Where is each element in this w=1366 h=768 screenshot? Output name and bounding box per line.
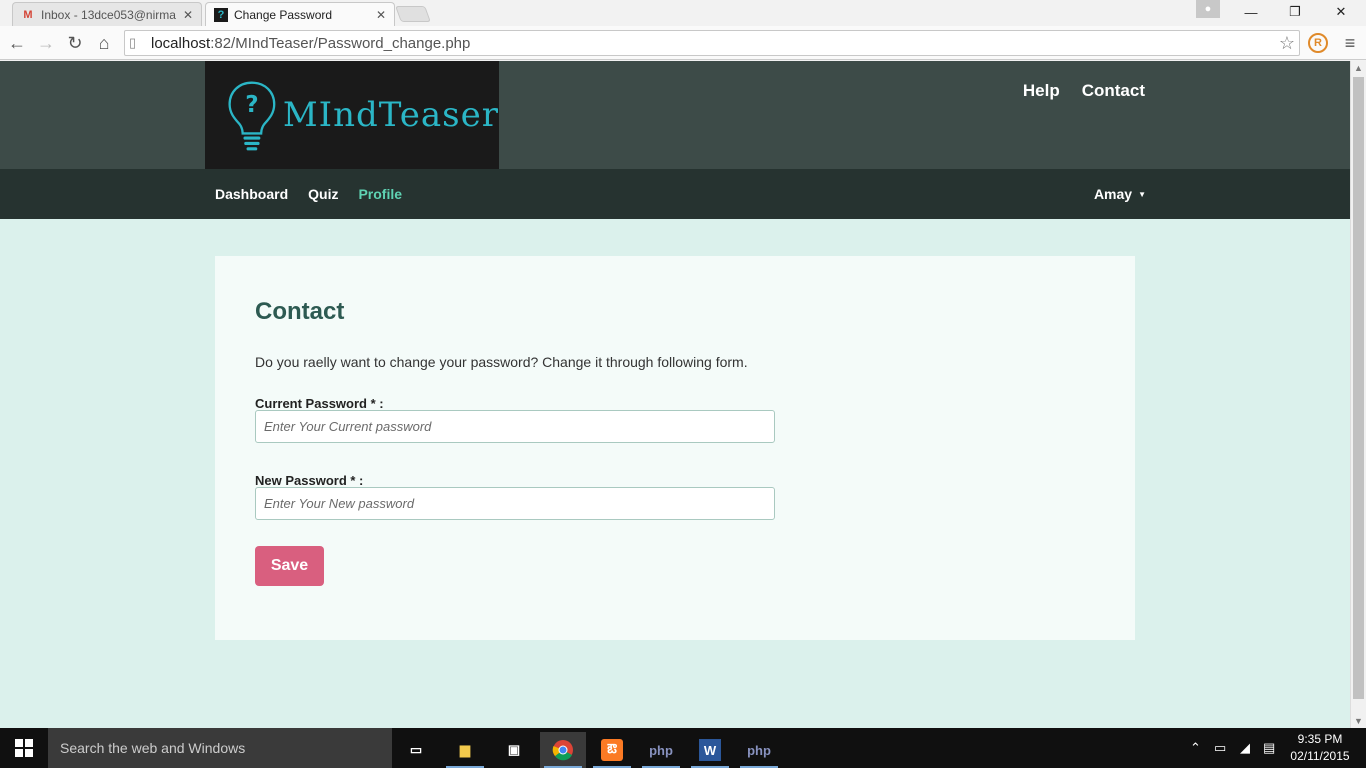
windows-taskbar: Search the web and Windows ▭ ▆ ▣ ఔ php W… [0, 728, 1366, 768]
current-password-input[interactable] [255, 410, 775, 443]
bookmark-star-icon[interactable]: ☆ [1279, 33, 1295, 54]
notifications-icon[interactable]: ▤ [1263, 728, 1275, 768]
chrome-logo-icon [552, 740, 573, 761]
contact-link[interactable]: Contact [1082, 81, 1145, 101]
home-icon[interactable]: ⌂ [92, 31, 116, 55]
tab-inbox[interactable]: M Inbox - 13dce053@nirma ✕ [12, 2, 202, 26]
nav-dashboard[interactable]: Dashboard [215, 186, 288, 202]
windows-start-button[interactable] [0, 728, 48, 768]
xampp-icon[interactable]: ఔ [589, 732, 635, 768]
minimize-button[interactable]: — [1228, 0, 1274, 24]
extension-icon[interactable]: R [1308, 33, 1328, 53]
password-change-card: Contact Do you raelly want to change you… [215, 256, 1135, 640]
word-icon[interactable]: W [687, 732, 733, 768]
svg-text:?: ? [245, 92, 258, 118]
browser-toolbar: ← → ↻ ⌂ ▯ localhost :82/MIndTeaser/Passw… [0, 26, 1366, 60]
tab-change-password[interactable]: ? Change Password ✕ [205, 2, 395, 26]
nav-quiz[interactable]: Quiz [308, 186, 338, 202]
page-viewport: ? MIndTeaser Help Contact Dashboard Quiz… [0, 61, 1350, 728]
site-header: ? MIndTeaser Help Contact [0, 61, 1350, 169]
current-password-label: Current Password * : [255, 396, 384, 411]
page-scrollbar[interactable]: ▲ ▼ [1350, 61, 1366, 728]
clock-date: 02/11/2015 [1290, 749, 1350, 763]
new-tab-button[interactable] [395, 6, 431, 22]
site-favicon-icon: ? [214, 7, 228, 22]
site-logo[interactable]: ? MIndTeaser [205, 61, 499, 169]
new-password-input[interactable] [255, 487, 775, 520]
taskbar-clock[interactable]: 9:35 PM 02/11/2015 [1282, 731, 1358, 765]
user-profile-icon[interactable]: ● [1196, 0, 1220, 18]
main-nav: Dashboard Quiz Profile Amay ▼ [0, 169, 1350, 219]
close-window-button[interactable]: ✕ [1318, 0, 1364, 24]
tab-title: Inbox - 13dce053@nirma [41, 7, 176, 22]
address-host: localhost [151, 34, 211, 52]
intro-text: Do you raelly want to change your passwo… [255, 354, 748, 370]
restore-button[interactable]: ❐ [1272, 0, 1318, 24]
reload-icon[interactable]: ↻ [63, 31, 87, 55]
close-icon[interactable]: ✕ [183, 8, 193, 22]
chrome-menu-icon[interactable]: ≡ [1340, 33, 1360, 53]
address-bar[interactable]: ▯ localhost :82/MIndTeaser/Password_chan… [124, 30, 1300, 56]
wifi-icon[interactable]: ◢ [1240, 728, 1250, 768]
gmail-icon: M [23, 8, 33, 21]
back-arrow-icon[interactable]: ← [5, 31, 29, 55]
store-icon[interactable]: ▣ [491, 732, 537, 768]
scrollbar-thumb[interactable] [1353, 77, 1364, 699]
php-designer-icon[interactable]: php [638, 732, 684, 768]
tray-chevron-icon[interactable]: ⌃ [1190, 728, 1201, 768]
address-path: :82/MIndTeaser/Password_change.php [210, 34, 471, 52]
page-title: Contact [255, 298, 345, 325]
search-placeholder: Search the web and Windows [60, 740, 246, 756]
lightbulb-question-icon: ? [228, 81, 276, 151]
help-link[interactable]: Help [1023, 81, 1060, 101]
page-icon: ▯ [129, 35, 137, 50]
caret-down-icon: ▼ [1138, 189, 1146, 199]
close-icon[interactable]: ✕ [376, 8, 386, 22]
php-editor-icon[interactable]: php [736, 732, 782, 768]
user-menu[interactable]: Amay ▼ [1094, 169, 1146, 219]
logo-text: MIndTeaser [282, 95, 499, 135]
nav-profile[interactable]: Profile [358, 186, 402, 202]
file-explorer-icon[interactable]: ▆ [442, 732, 488, 768]
save-button[interactable]: Save [255, 546, 324, 586]
forward-arrow-icon[interactable]: → [34, 31, 58, 55]
new-password-label: New Password * : [255, 473, 364, 488]
clock-time: 9:35 PM [1297, 732, 1343, 746]
battery-icon[interactable]: ▭ [1214, 728, 1226, 768]
user-name: Amay [1093, 186, 1133, 202]
top-links: Help Contact [1023, 81, 1145, 101]
browser-tab-strip: M Inbox - 13dce053@nirma ✕ ? Change Pass… [0, 0, 1366, 26]
task-view-icon[interactable]: ▭ [393, 732, 439, 768]
chrome-icon[interactable] [540, 732, 586, 768]
scroll-down-icon[interactable]: ▼ [1354, 716, 1363, 726]
taskbar-search-box[interactable]: Search the web and Windows [48, 728, 392, 768]
tab-title: Change Password [234, 7, 333, 22]
scroll-up-icon[interactable]: ▲ [1354, 63, 1363, 73]
windows-logo-icon [15, 739, 33, 757]
